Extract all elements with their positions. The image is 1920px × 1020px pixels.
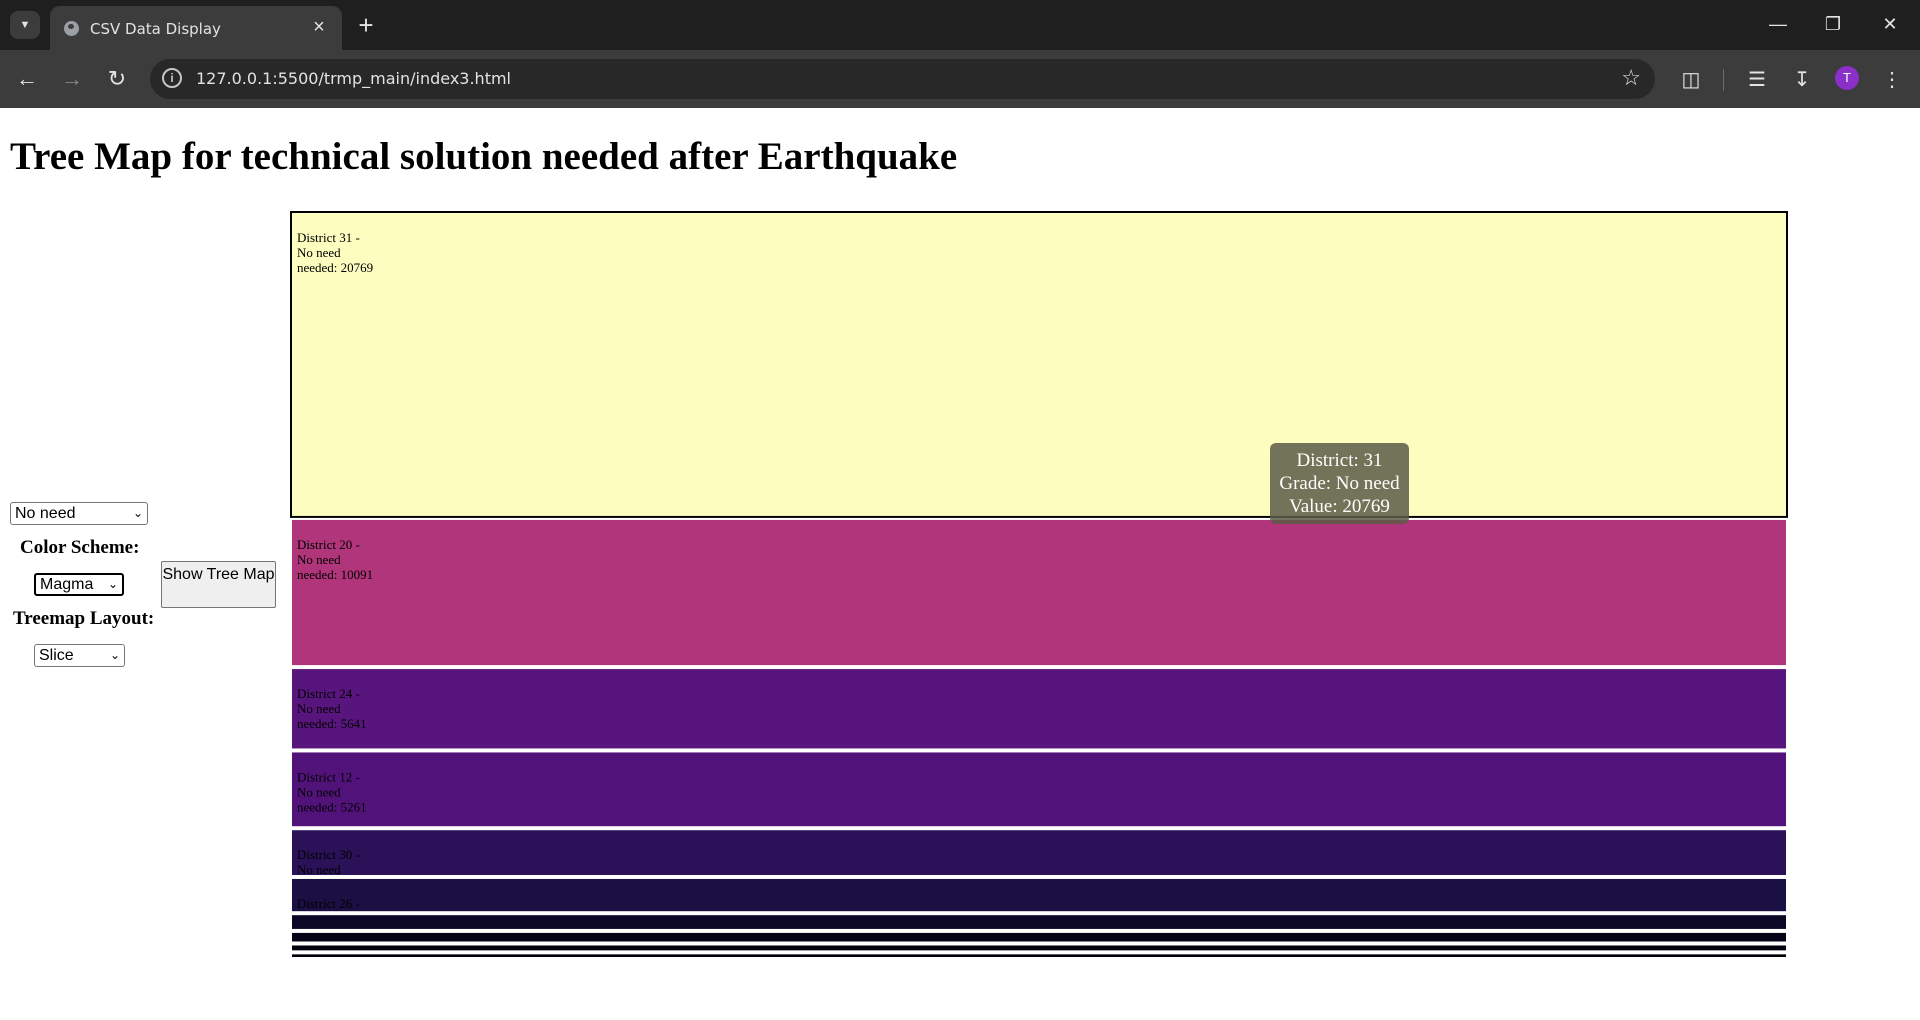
download-icon[interactable]: ↧ (1785, 62, 1819, 96)
chevron-down-icon: ⌄ (109, 648, 120, 662)
show-tree-map-button[interactable]: Show Tree Map (161, 561, 276, 608)
treemap-cell-label: District 20 - (297, 537, 360, 552)
treemap-chart: District 31 -No needneeded: 20769Distric… (290, 211, 1788, 959)
close-tab-icon[interactable]: × (308, 16, 330, 38)
treemap-rect[interactable] (290, 930, 1788, 944)
extensions-puzzle-icon[interactable]: ◫ (1674, 62, 1708, 96)
reload-icon[interactable]: ↻ (100, 62, 134, 96)
layout-select-value: Slice (39, 647, 74, 664)
treemap-cell-label: No need (297, 784, 341, 799)
tooltip-district: District: 31 (1296, 450, 1383, 471)
page-title: Tree Map for technical solution needed a… (10, 135, 958, 178)
treemap-cell-label: District 31 - (297, 230, 360, 245)
url-text[interactable]: 127.0.0.1:5500/trmp_main/index3.html (196, 69, 511, 88)
kebab-menu-icon[interactable]: ⋮ (1875, 62, 1909, 96)
treemap-cell-label: needed: 20769 (297, 260, 373, 275)
tooltip-value: Value: 20769 (1289, 496, 1390, 517)
browser-tab-bar: ▼ CSV Data Display × + — ❐ ✕ (0, 0, 1920, 50)
media-controls-icon[interactable]: ☰ (1740, 62, 1774, 96)
minimize-window-icon[interactable]: — (1758, 8, 1798, 40)
treemap-cell-label: needed: 5641 (297, 716, 367, 731)
treemap-rect[interactable] (290, 828, 1788, 877)
layout-select[interactable]: Slice ⌄ (34, 644, 125, 667)
address-bar[interactable]: i 127.0.0.1:5500/trmp_main/index3.html ☆ (150, 59, 1655, 99)
treemap-layout-label: Treemap Layout: (13, 608, 155, 629)
treemap-cell-label: No need (297, 862, 341, 877)
color-scheme-select-value: Magma (40, 576, 94, 593)
globe-icon (64, 21, 79, 36)
chevron-down-icon: ⌄ (132, 506, 143, 520)
treemap-cell[interactable] (290, 913, 1788, 931)
toolbar-divider (1723, 69, 1724, 91)
treemap-rect[interactable] (290, 943, 1788, 953)
treemap-cell-label: No need (297, 701, 341, 716)
treemap-cell-label: District 26 - (297, 896, 360, 911)
grade-select-value: No need (15, 505, 76, 522)
treemap-cell-label: needed: 5261 (297, 799, 367, 814)
treemap-cell-label: District 30 - (297, 847, 360, 862)
treemap-cell[interactable]: needed: 1538 (290, 952, 1788, 959)
treemap-rect[interactable] (290, 211, 1788, 518)
treemap-cell[interactable]: District 26 - (290, 876, 1788, 914)
treemap-cell[interactable]: District 20 -No needneeded: 10091 (290, 517, 1788, 668)
treemap-rect[interactable] (290, 876, 1788, 914)
treemap-cell[interactable]: District 30 -No need (290, 828, 1788, 877)
color-scheme-label: Color Scheme: (20, 537, 140, 558)
profile-avatar[interactable]: T (1835, 66, 1859, 90)
close-window-icon[interactable]: ✕ (1870, 8, 1910, 40)
treemap-rect[interactable] (290, 913, 1788, 931)
treemap-rect[interactable] (290, 952, 1788, 959)
new-tab-plus-icon[interactable]: + (352, 11, 380, 39)
treemap-rect[interactable] (290, 517, 1788, 668)
treemap-tooltip: District: 31 Grade: No need Value: 20769 (1270, 443, 1409, 524)
treemap-cell[interactable]: District 12 -No needneeded: 5261 (290, 750, 1788, 829)
bookmark-star-icon[interactable]: ☆ (1621, 65, 1641, 91)
site-info-icon[interactable]: i (162, 68, 182, 88)
treemap-cell[interactable]: District 24 -No needneeded: 5641 (290, 667, 1788, 751)
forward-arrow-icon[interactable]: → (55, 62, 89, 96)
tooltip-grade: Grade: No need (1279, 473, 1400, 494)
treemap-cell-label: needed: 10091 (297, 567, 373, 582)
grade-select[interactable]: No need ⌄ (10, 502, 148, 525)
restore-window-icon[interactable]: ❐ (1813, 8, 1853, 40)
tab-title: CSV Data Display (90, 20, 221, 38)
browser-tab[interactable]: CSV Data Display × (50, 6, 342, 50)
treemap-cell-label: No need (297, 552, 341, 567)
treemap-rect[interactable] (290, 667, 1788, 751)
treemap-cell-label: District 12 - (297, 769, 360, 784)
color-scheme-select[interactable]: Magma ⌄ (34, 573, 124, 596)
treemap-cell[interactable]: District 31 -No needneeded: 20769 (290, 211, 1788, 518)
tab-search-chevron-icon[interactable]: ▼ (10, 11, 40, 39)
treemap-rect[interactable] (290, 750, 1788, 829)
browser-toolbar: ← → ↻ i 127.0.0.1:5500/trmp_main/index3.… (0, 50, 1920, 108)
chevron-down-icon: ⌄ (107, 577, 118, 591)
treemap-cell-label: No need (297, 245, 341, 260)
back-arrow-icon[interactable]: ← (10, 62, 44, 96)
treemap-cell-label: District 24 - (297, 686, 360, 701)
